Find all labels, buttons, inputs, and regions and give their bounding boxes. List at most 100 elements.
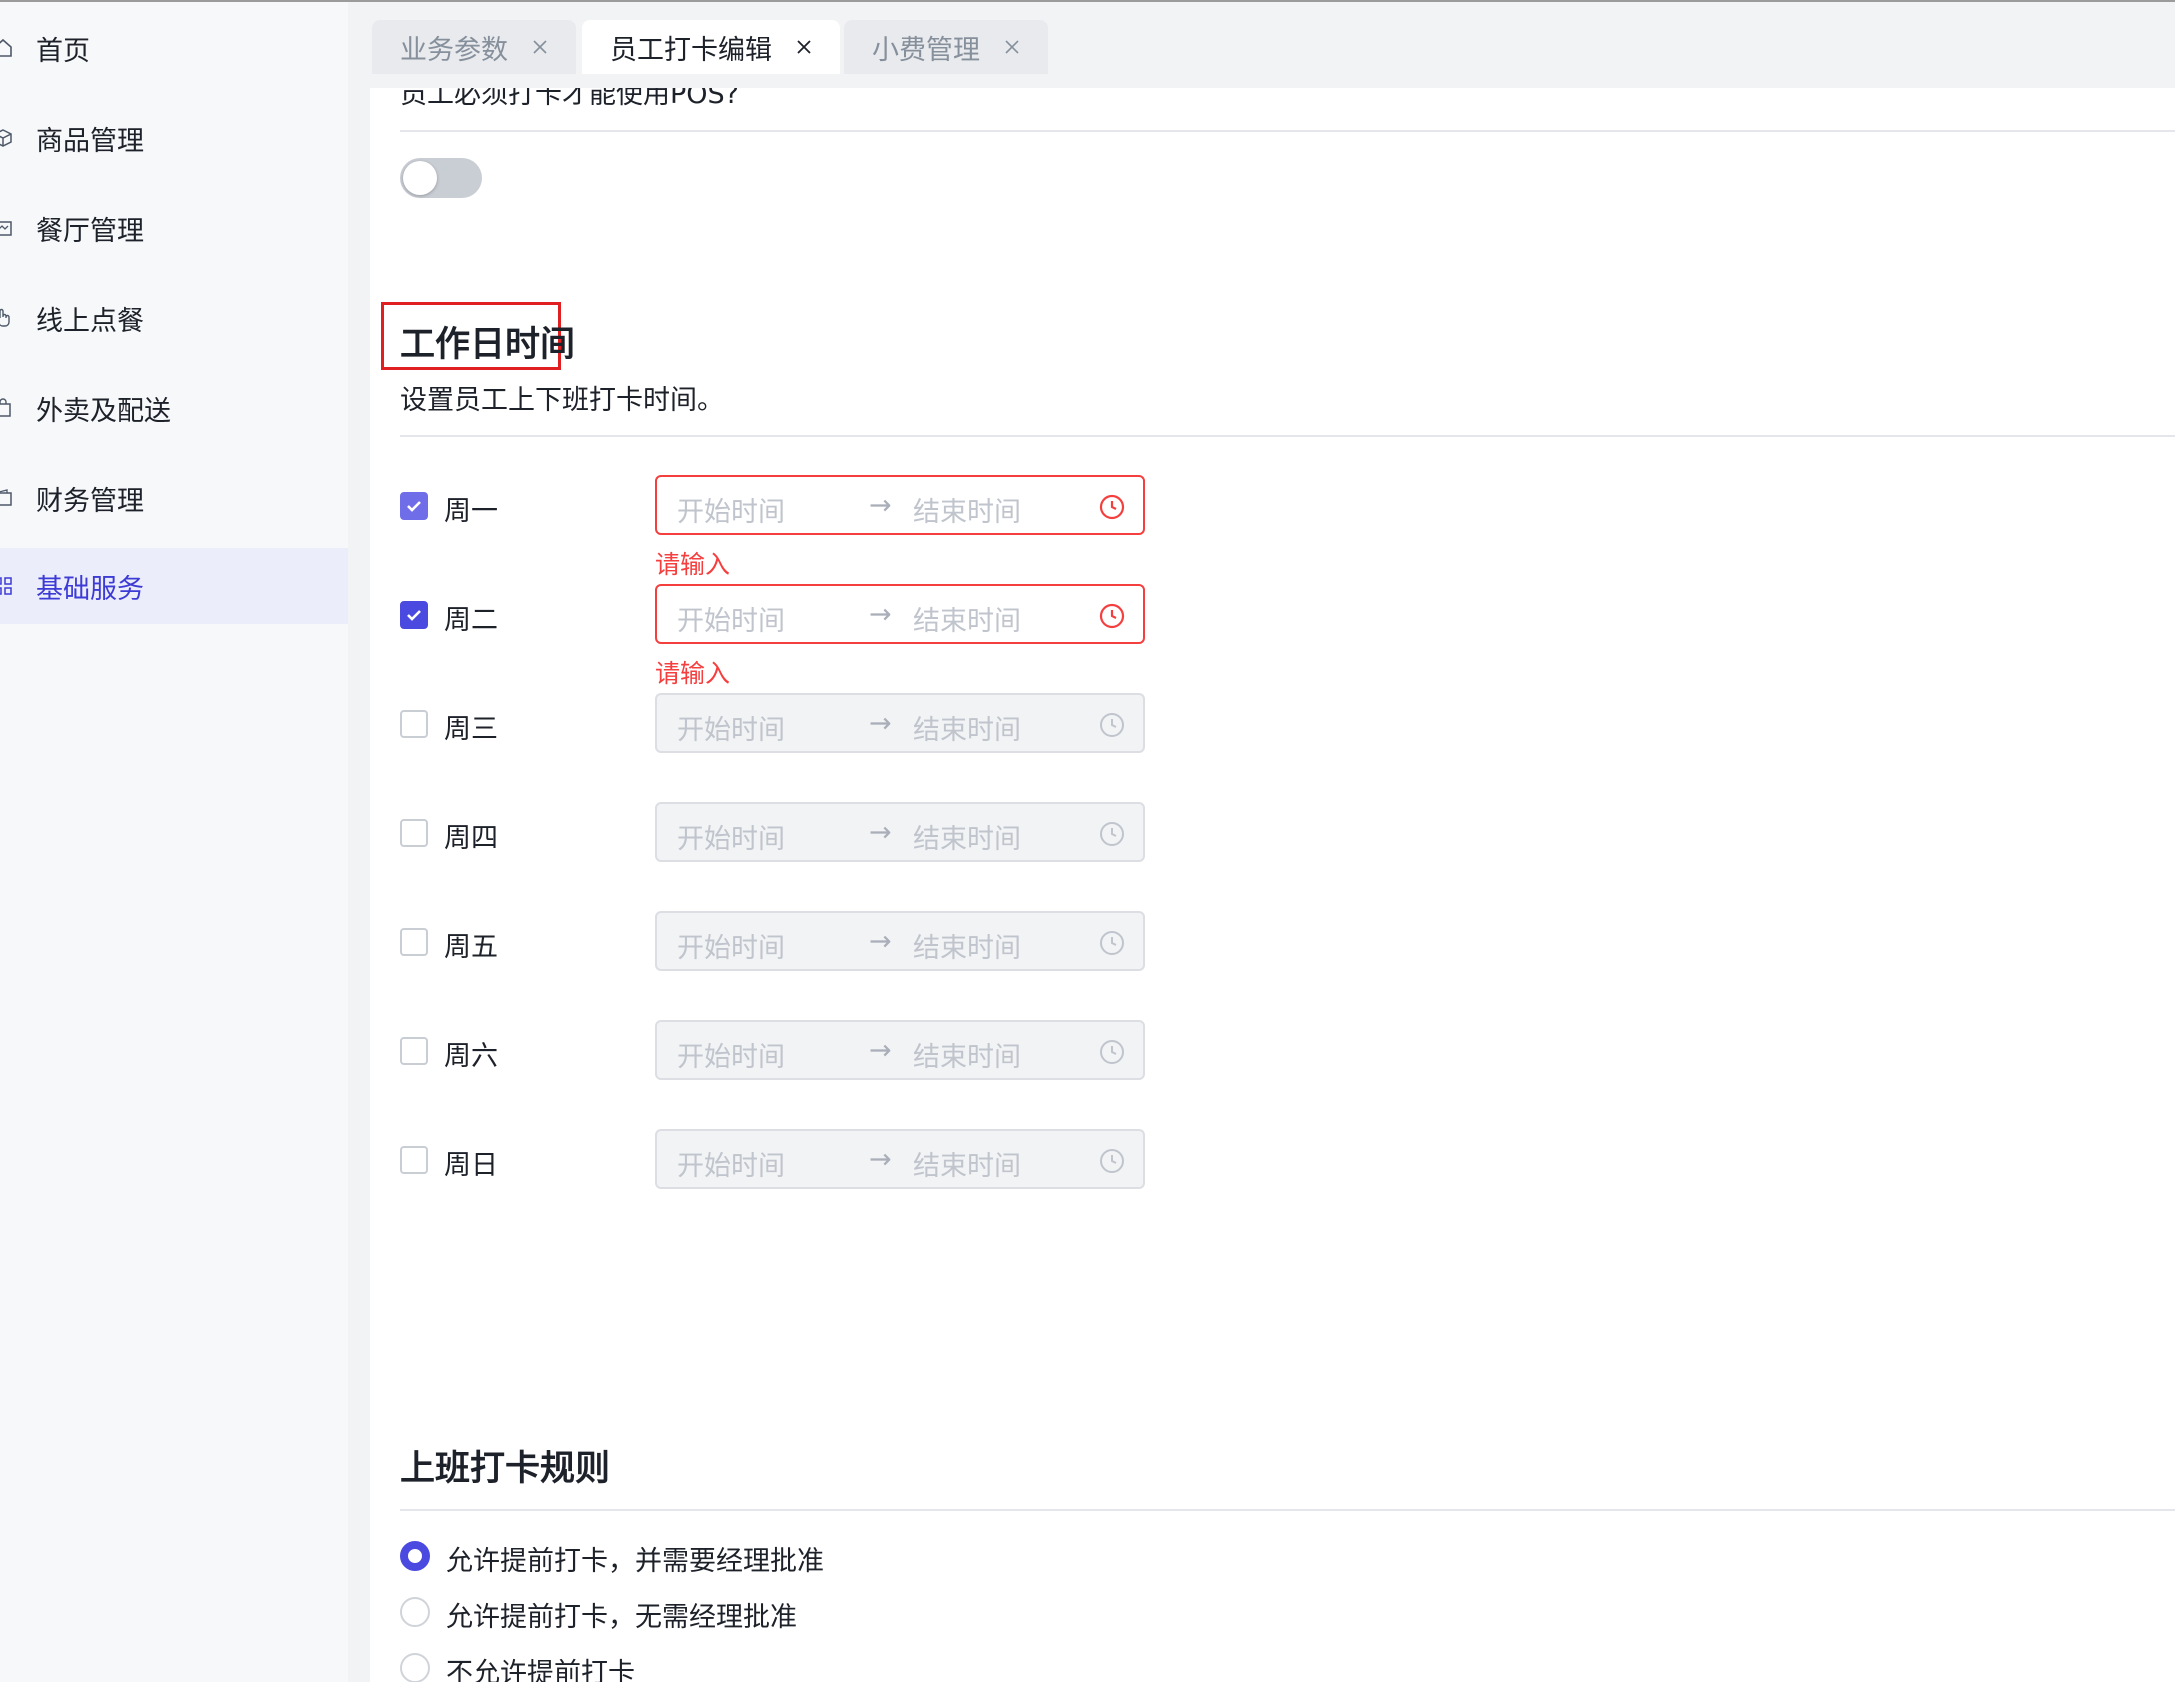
tab-label: 业务参数 [400, 34, 508, 66]
sidebar: 首页 商品管理 餐厅管理 线上点餐 外卖及配送 财务管理 基础服务 [0, 2, 348, 1682]
day-label: 周日 [444, 1150, 498, 1181]
time-range-picker[interactable]: 开始时间 → 结束时间 [655, 584, 1145, 644]
wallet-icon [0, 487, 14, 509]
clock-in-rules-title: 上班打卡规则 [400, 1449, 611, 1489]
tab-employee-clock-edit[interactable]: 员工打卡编辑 [582, 20, 840, 74]
clock-icon [1100, 1149, 1124, 1173]
clock-icon [1100, 713, 1124, 737]
radio-label: 允许提前打卡，无需经理批准 [446, 1602, 797, 1633]
sidebar-item-online-ordering[interactable]: 线上点餐 [0, 280, 348, 356]
radio-early-without-approval[interactable]: 允许提前打卡，无需经理批准 [400, 1593, 1300, 1633]
time-range-picker[interactable]: 开始时间 → 结束时间 [655, 693, 1145, 753]
sidebar-item-label: 餐厅管理 [36, 215, 144, 247]
day-checkbox[interactable] [400, 819, 428, 847]
close-icon[interactable] [1004, 39, 1020, 55]
day-row-wednesday: 周三 开始时间 → 结束时间 [400, 693, 1200, 753]
clock-icon [1099, 603, 1125, 629]
end-time-placeholder: 结束时间 [913, 606, 1021, 637]
start-time-placeholder: 开始时间 [677, 1151, 785, 1182]
main-content: 员工必须打卡才能使用POS? 工作日时间 设置员工上下班打卡时间。 周一 开始时… [370, 88, 2175, 1682]
end-time-placeholder: 结束时间 [913, 824, 1021, 855]
hand-pointer-icon [0, 307, 14, 329]
clock-icon [1100, 931, 1124, 955]
tab-label: 小费管理 [872, 34, 980, 66]
sidebar-item-label: 商品管理 [36, 125, 144, 157]
day-checkbox[interactable] [400, 1146, 428, 1174]
end-time-placeholder: 结束时间 [913, 715, 1021, 746]
start-time-placeholder: 开始时间 [677, 824, 785, 855]
store-icon [0, 217, 14, 239]
tab-business-params[interactable]: 业务参数 [372, 20, 576, 74]
cube-icon [0, 127, 14, 149]
clock-icon [1100, 822, 1124, 846]
sidebar-item-label: 线上点餐 [36, 305, 144, 337]
end-time-placeholder: 结束时间 [913, 1042, 1021, 1073]
day-label: 周二 [444, 605, 498, 636]
bag-icon [0, 397, 14, 419]
switch-knob [403, 161, 437, 195]
day-checkbox[interactable] [400, 928, 428, 956]
time-range-picker[interactable]: 开始时间 → 结束时间 [655, 911, 1145, 971]
range-arrow: → [869, 599, 892, 630]
day-row-saturday: 周六 开始时间 → 结束时间 [400, 1020, 1200, 1080]
time-range-picker[interactable]: 开始时间 → 结束时间 [655, 802, 1145, 862]
home-icon [0, 37, 14, 59]
start-time-placeholder: 开始时间 [677, 497, 785, 528]
divider [400, 130, 2175, 132]
start-time-placeholder: 开始时间 [677, 606, 785, 637]
radio-label: 允许提前打卡，并需要经理批准 [446, 1546, 824, 1577]
sidebar-item-restaurant[interactable]: 餐厅管理 [0, 190, 348, 266]
clock-icon [1099, 494, 1125, 520]
tab-label: 员工打卡编辑 [610, 34, 772, 66]
day-label: 周一 [444, 496, 498, 527]
day-checkbox[interactable] [400, 1037, 428, 1065]
radio-button[interactable] [400, 1653, 430, 1682]
sidebar-item-label: 首页 [36, 35, 90, 67]
day-label: 周四 [444, 823, 498, 854]
range-arrow: → [869, 926, 892, 957]
sidebar-item-basic-services[interactable]: 基础服务 [0, 548, 348, 624]
day-label: 周六 [444, 1041, 498, 1072]
start-time-placeholder: 开始时间 [677, 715, 785, 746]
clock-icon [1100, 1040, 1124, 1064]
workday-section-description: 设置员工上下班打卡时间。 [400, 385, 724, 416]
radio-button[interactable] [400, 1597, 430, 1627]
pos-clock-required-question: 员工必须打卡才能使用POS? [400, 88, 740, 110]
close-icon[interactable] [796, 39, 812, 55]
day-label: 周三 [444, 714, 498, 745]
close-icon[interactable] [532, 39, 548, 55]
start-time-placeholder: 开始时间 [677, 1042, 785, 1073]
range-arrow: → [869, 1144, 892, 1175]
range-arrow: → [869, 490, 892, 521]
tab-bar: 业务参数 员工打卡编辑 小费管理 [348, 2, 2175, 88]
day-label: 周五 [444, 932, 498, 963]
end-time-placeholder: 结束时间 [913, 1151, 1021, 1182]
sidebar-item-delivery[interactable]: 外卖及配送 [0, 370, 348, 446]
pos-clock-required-switch[interactable] [400, 158, 482, 198]
time-range-picker[interactable]: 开始时间 → 结束时间 [655, 1020, 1145, 1080]
start-time-placeholder: 开始时间 [677, 933, 785, 964]
time-range-picker[interactable]: 开始时间 → 结束时间 [655, 1129, 1145, 1189]
sidebar-item-finance[interactable]: 财务管理 [0, 460, 348, 536]
day-checkbox[interactable] [400, 492, 428, 520]
day-checkbox[interactable] [400, 710, 428, 738]
validation-error: 请输入 [655, 550, 731, 579]
day-checkbox[interactable] [400, 601, 428, 629]
sidebar-item-label: 财务管理 [36, 485, 144, 517]
day-row-friday: 周五 开始时间 → 结束时间 [400, 911, 1200, 971]
sidebar-item-home[interactable]: 首页 [0, 10, 348, 86]
divider [400, 435, 2175, 437]
radio-no-early[interactable]: 不允许提前打卡 [400, 1649, 1300, 1682]
check-icon [407, 610, 421, 621]
radio-button[interactable] [400, 1541, 430, 1571]
sidebar-item-products[interactable]: 商品管理 [0, 100, 348, 176]
divider [400, 1509, 2175, 1511]
end-time-placeholder: 结束时间 [913, 497, 1021, 528]
validation-error: 请输入 [655, 659, 731, 688]
tab-tip-management[interactable]: 小费管理 [844, 20, 1048, 74]
radio-label: 不允许提前打卡 [446, 1658, 635, 1682]
range-arrow: → [869, 1035, 892, 1066]
time-range-picker[interactable]: 开始时间 → 结束时间 [655, 475, 1145, 535]
sidebar-item-label: 基础服务 [36, 573, 144, 605]
radio-early-with-approval[interactable]: 允许提前打卡，并需要经理批准 [400, 1537, 1300, 1577]
